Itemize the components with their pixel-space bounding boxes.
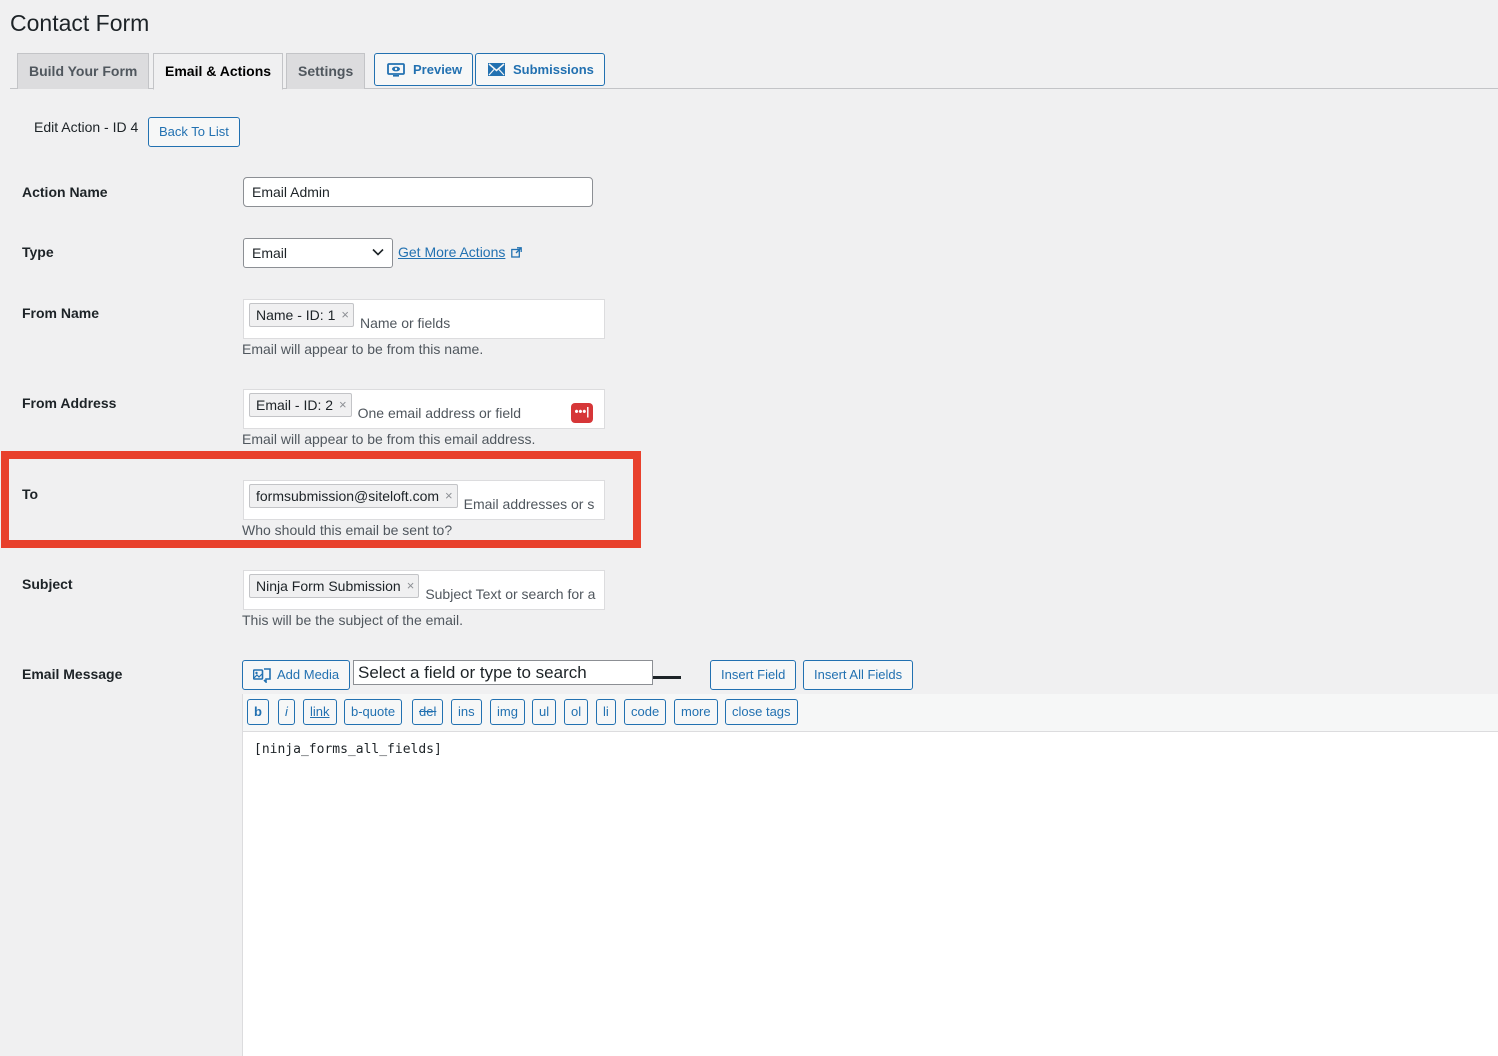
submissions-button[interactable]: Submissions [475, 53, 605, 86]
tab-email-actions[interactable]: Email & Actions [153, 53, 284, 90]
add-media-icon [253, 668, 271, 683]
subject-label: Subject [22, 576, 73, 592]
remove-icon[interactable]: × [445, 485, 453, 507]
quicktag-italic-button[interactable]: i [278, 699, 295, 725]
to-chip: formsubmission@siteloft.com × [249, 484, 458, 508]
quicktag-ul-button[interactable]: ul [532, 699, 557, 725]
subject-chip: Ninja Form Submission × [249, 574, 420, 598]
chevron-down-icon [372, 248, 384, 256]
to-placeholder: Email addresses or s [463, 495, 595, 512]
quicktag-bquote-button[interactable]: b-quote [344, 699, 403, 725]
from-address-chip: Email - ID: 2 × [249, 393, 352, 417]
subject-placeholder: Subject Text or search for a [425, 585, 596, 602]
quicktag-ins-button[interactable]: ins [451, 699, 482, 725]
envelope-icon [488, 63, 505, 76]
quicktag-ol-button[interactable]: ol [564, 699, 589, 725]
add-media-button[interactable]: Add Media [242, 660, 351, 690]
to-label: To [22, 486, 39, 502]
remove-icon[interactable]: × [339, 394, 347, 416]
quicktag-bold-button[interactable]: b [247, 699, 269, 725]
from-name-chip: Name - ID: 1 × [249, 303, 354, 327]
submissions-label: Submissions [513, 62, 594, 77]
from-address-token-input[interactable]: Email - ID: 2 × One email address or fie… [243, 389, 605, 429]
email-message-content: [ninja_forms_all_fields] [254, 742, 442, 757]
type-selected-value: Email [252, 245, 288, 261]
chip-label: Name - ID: 1 [256, 307, 336, 323]
from-name-description: Email will appear to be from this name. [242, 341, 484, 357]
insert-field-button[interactable]: Insert Field [710, 660, 797, 690]
field-search-input[interactable]: Select a field or type to search [353, 660, 653, 685]
quicktag-link-button[interactable]: link [303, 699, 337, 725]
tab-build-your-form[interactable]: Build Your Form [17, 53, 150, 89]
eye-icon [387, 62, 405, 77]
chip-label: Ninja Form Submission [256, 578, 401, 594]
type-select[interactable]: Email [243, 238, 393, 268]
subject-description: This will be the subject of the email. [242, 612, 463, 628]
quicktag-more-button[interactable]: more [674, 699, 718, 725]
to-token-input[interactable]: formsubmission@siteloft.com × Email addr… [243, 480, 605, 520]
preview-button[interactable]: Preview [374, 53, 474, 86]
from-name-placeholder: Name or fields [359, 314, 451, 331]
chip-label: Email - ID: 2 [256, 397, 334, 413]
from-address-description: Email will appear to be from this email … [242, 431, 536, 447]
password-manager-icon[interactable]: •••| [571, 403, 593, 423]
add-media-label: Add Media [277, 667, 340, 682]
tab-settings[interactable]: Settings [286, 53, 366, 89]
get-more-actions-link[interactable]: Get More Actions [398, 244, 523, 260]
action-name-label: Action Name [22, 184, 108, 200]
subject-token-input[interactable]: Ninja Form Submission × Subject Text or … [243, 570, 605, 610]
get-more-actions-text: Get More Actions [398, 244, 506, 260]
insert-all-fields-button[interactable]: Insert All Fields [803, 660, 914, 690]
from-address-label: From Address [22, 395, 117, 411]
quicktag-del-button[interactable]: del [412, 699, 444, 725]
page-title: Contact Form [10, 10, 150, 36]
search-dropdown-edge [653, 676, 681, 679]
back-to-list-button[interactable]: Back To List [148, 117, 240, 147]
chip-label: formsubmission@siteloft.com [256, 488, 440, 504]
from-name-label: From Name [22, 305, 100, 321]
quicktag-li-button[interactable]: li [596, 699, 616, 725]
to-description: Who should this email be sent to? [242, 522, 453, 538]
from-name-token-input[interactable]: Name - ID: 1 × Name or fields [243, 299, 605, 339]
remove-icon[interactable]: × [341, 304, 349, 326]
edit-action-label: Edit Action - ID 4 [34, 119, 139, 135]
quicktag-close-tags-button[interactable]: close tags [725, 699, 798, 725]
quicktag-code-button[interactable]: code [624, 699, 667, 725]
email-message-textarea[interactable] [242, 732, 1498, 1056]
email-message-label: Email Message [22, 666, 123, 682]
preview-label: Preview [413, 62, 463, 77]
type-label: Type [22, 244, 54, 260]
quicktag-img-button[interactable]: img [490, 699, 525, 725]
action-name-input[interactable]: Email Admin [243, 177, 593, 207]
external-link-icon [511, 246, 523, 258]
remove-icon[interactable]: × [407, 575, 415, 597]
from-address-placeholder: One email address or field [357, 404, 522, 421]
